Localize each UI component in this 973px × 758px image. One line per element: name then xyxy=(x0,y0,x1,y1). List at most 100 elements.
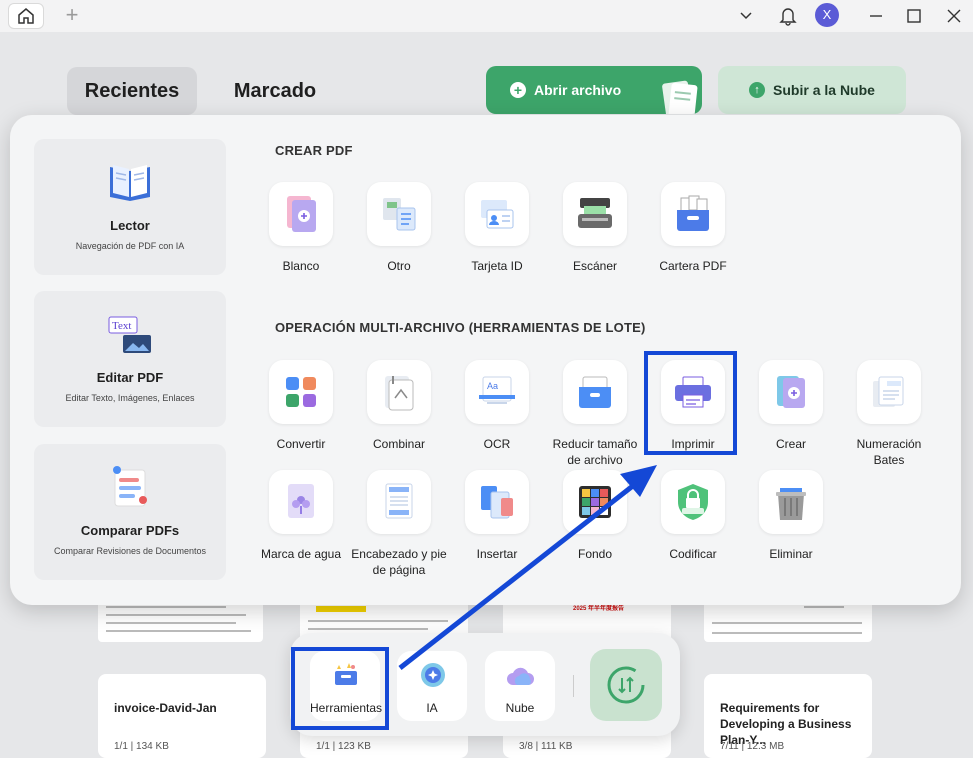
tools-panel: Lector Navegación de PDF con IA Text Edi… xyxy=(10,115,961,605)
tool-label: Blanco xyxy=(282,259,320,273)
tool-scanner[interactable]: Escáner xyxy=(547,182,643,274)
tool-label: Escáner xyxy=(572,259,618,273)
insert-pages-icon xyxy=(481,486,513,519)
background-palette-icon xyxy=(579,486,611,518)
tool-label: Fondo xyxy=(577,547,613,561)
header-footer-icon xyxy=(385,483,413,519)
tool-label: Insertar xyxy=(476,547,518,561)
dock-label: Nube xyxy=(505,701,535,715)
file-meta: 3/8 | 111 KB xyxy=(519,741,573,752)
tool-id-card[interactable]: Tarjeta ID xyxy=(449,182,545,274)
tool-reduce-size[interactable]: Reducir tamaño de archivo xyxy=(547,360,643,468)
cloud-icon xyxy=(507,667,534,685)
edit-pdf-subtitle: Editar Texto, Imágenes, Enlaces xyxy=(65,393,195,403)
tool-watermark[interactable]: Marca de agua xyxy=(253,470,349,562)
dock-ai-button[interactable]: IA xyxy=(397,651,467,721)
id-card-icon xyxy=(481,200,514,229)
reader-title: Lector xyxy=(110,218,150,233)
tab-recientes[interactable]: Recientes xyxy=(67,67,197,115)
tool-label: Convertir xyxy=(276,437,326,451)
tool-create[interactable]: Crear xyxy=(743,360,839,452)
combine-icon xyxy=(385,376,414,411)
tool-label: Crear xyxy=(775,437,806,451)
minimize-icon[interactable] xyxy=(864,4,888,28)
tool-label: Combinar xyxy=(372,437,426,451)
chevron-down-icon[interactable] xyxy=(734,4,758,28)
user-avatar[interactable]: X xyxy=(815,3,839,27)
create-pdf-icon xyxy=(777,376,805,408)
upload-arrow-icon: ↑ xyxy=(749,82,766,98)
tab-marcado[interactable]: Marcado xyxy=(215,67,335,115)
tool-bates-numbering[interactable]: Numeración Bates xyxy=(841,360,937,468)
blank-page-icon xyxy=(287,196,316,232)
file-card[interactable]: Requirements for Developing a Business P… xyxy=(704,674,872,758)
open-file-label: Abrir archivo xyxy=(534,82,622,98)
tool-blank[interactable]: Blanco xyxy=(253,182,349,274)
upload-cloud-label: Subir a la Nube xyxy=(773,82,875,98)
open-file-button[interactable]: + Abrir archivo xyxy=(486,66,702,114)
bell-icon[interactable] xyxy=(776,4,800,28)
tool-delete[interactable]: Eliminar xyxy=(743,470,839,562)
file-thumbnail[interactable] xyxy=(704,600,872,642)
reader-card[interactable]: Lector Navegación de PDF con IA xyxy=(34,139,226,275)
create-pdf-section-title: CREAR PDF xyxy=(275,143,353,158)
reader-subtitle: Navegación de PDF con IA xyxy=(75,241,185,251)
dock-cloud-button[interactable]: Nube xyxy=(485,651,555,721)
watermark-icon xyxy=(288,484,314,518)
convert-icon xyxy=(286,377,316,407)
edit-text-icon-label: Text xyxy=(112,320,131,332)
tool-insert[interactable]: Insertar xyxy=(449,470,545,562)
file-card[interactable]: invoice-David-Jan 1/1 | 134 KB xyxy=(98,674,266,758)
plus-circle-icon: + xyxy=(510,82,526,98)
batch-section-title: OPERACIÓN MULTI-ARCHIVO (HERRAMIENTAS DE… xyxy=(275,320,646,335)
upload-cloud-button[interactable]: ↑ Subir a la Nube xyxy=(718,66,906,114)
dock-sync-button[interactable] xyxy=(590,649,662,721)
ocr-icon: Aa xyxy=(479,376,515,404)
tool-pdf-portfolio[interactable]: Cartera PDF xyxy=(645,182,741,274)
bates-icon xyxy=(873,376,904,407)
tools-highlight xyxy=(291,647,389,730)
edit-pdf-card[interactable]: Text Editar PDF Editar Texto, Imágenes, … xyxy=(34,291,226,427)
dock-label: IA xyxy=(426,701,438,715)
tool-label: Cartera PDF xyxy=(659,259,727,273)
tool-other[interactable]: Otro xyxy=(351,182,447,274)
new-tab-icon[interactable]: + xyxy=(62,4,82,26)
portfolio-icon xyxy=(677,195,709,231)
tool-combine[interactable]: Combinar xyxy=(351,360,447,452)
compare-icon xyxy=(113,466,147,507)
tool-convert[interactable]: Convertir xyxy=(253,360,349,452)
tool-encrypt[interactable]: Codificar xyxy=(645,470,741,562)
compress-icon xyxy=(579,376,611,408)
dock-separator xyxy=(573,675,574,697)
home-icon xyxy=(18,8,34,24)
file-name: invoice-David-Jan xyxy=(114,701,217,715)
tool-header-footer[interactable]: Encabezado y pie de página xyxy=(351,470,447,578)
scanner-icon xyxy=(578,198,612,228)
book-icon xyxy=(110,165,150,201)
compare-pdfs-subtitle: Comparar Revisiones de Documentos xyxy=(53,546,207,556)
other-files-icon xyxy=(383,198,416,231)
ai-icon xyxy=(421,663,445,687)
tool-label: Reducir tamaño de archivo xyxy=(552,437,638,467)
trash-icon xyxy=(776,488,806,520)
compare-pdfs-title: Comparar PDFs xyxy=(80,523,180,538)
tool-label: Codificar xyxy=(669,547,717,561)
sync-icon xyxy=(607,666,645,704)
file-meta: 1/1 | 123 KB xyxy=(316,741,371,752)
home-tab[interactable] xyxy=(8,3,44,29)
edit-text-image-icon: Text xyxy=(108,316,151,353)
file-meta: 7/11 | 12.3 MB xyxy=(720,741,785,752)
file-thumbnail[interactable] xyxy=(98,600,263,642)
tool-background[interactable]: Fondo xyxy=(547,470,643,562)
tool-label: Numeración Bates xyxy=(856,437,922,467)
tool-label: Eliminar xyxy=(769,547,813,561)
papers-icon xyxy=(662,80,698,114)
close-icon[interactable] xyxy=(942,4,966,28)
maximize-icon[interactable] xyxy=(902,4,926,28)
svg-text:Aa: Aa xyxy=(487,381,498,391)
tool-ocr[interactable]: Aa OCR xyxy=(449,360,545,452)
tool-label: OCR xyxy=(483,437,511,451)
file-meta: 1/1 | 134 KB xyxy=(114,741,169,752)
tool-label: Otro xyxy=(387,259,411,273)
compare-pdfs-card[interactable]: Comparar PDFs Comparar Revisiones de Doc… xyxy=(34,444,226,580)
